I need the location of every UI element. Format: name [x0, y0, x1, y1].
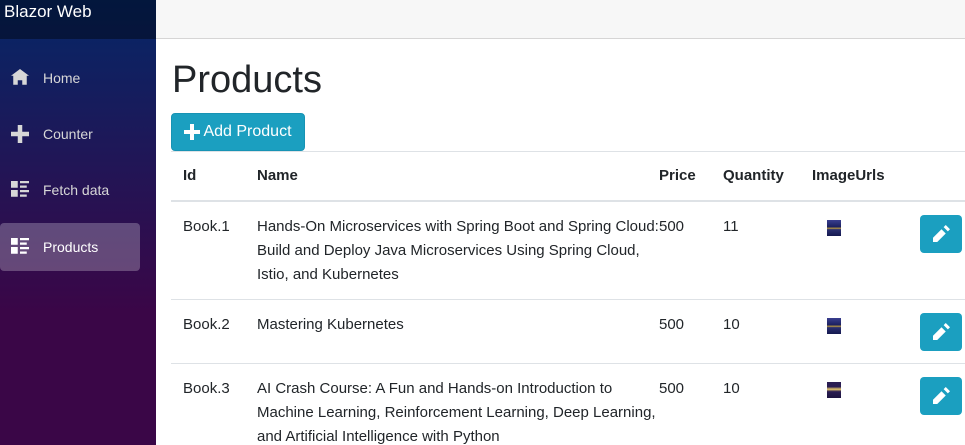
- add-product-label: Add Product: [203, 123, 292, 140]
- products-table-wrapper: Id Name Price Quantity ImageUrls Book.1 …: [171, 151, 965, 445]
- sidebar-item-label: Counter: [43, 126, 93, 142]
- sidebar-item-label: Home: [43, 70, 81, 86]
- list-rich-icon: [10, 237, 30, 257]
- column-header-price: Price: [659, 167, 696, 184]
- cell-image: [812, 363, 920, 445]
- table-row: Book.1 Hands-On Microservices with Sprin…: [171, 201, 965, 300]
- column-header-imageurls: ImageUrls: [812, 167, 885, 184]
- edit-button[interactable]: [920, 214, 962, 253]
- column-header-name: Name: [257, 167, 298, 184]
- main-content: Products Add Product Id Name Price Quant…: [156, 39, 965, 445]
- cell-name: Mastering Kubernetes: [257, 315, 404, 333]
- home-icon: [10, 68, 30, 88]
- sidebar-item-fetch-data[interactable]: Fetch data: [0, 166, 140, 214]
- cell-quantity: 11: [723, 217, 739, 235]
- plus-icon: [184, 124, 201, 140]
- table-row: Book.3 AI Crash Course: A Fun and Hands-…: [171, 363, 965, 445]
- cell-actions: [920, 299, 965, 363]
- cell-price: 500: [659, 379, 685, 397]
- edit-button[interactable]: [920, 376, 962, 415]
- sidebar-item-label: Products: [43, 239, 99, 255]
- table-row: Book.2 Mastering Kubernetes 500 10: [171, 299, 965, 363]
- cell-name: AI Crash Course: A Fun and Hands-on Intr…: [257, 379, 656, 445]
- pencil-icon: [932, 323, 950, 340]
- cell-quantity: 10: [723, 379, 740, 397]
- plus-icon: [10, 124, 30, 144]
- book-cover-thumbnail: [827, 381, 841, 398]
- cell-actions: [920, 201, 965, 300]
- cell-price: 500: [659, 315, 685, 333]
- edit-button[interactable]: [920, 312, 962, 351]
- sidebar-item-counter[interactable]: Counter: [0, 110, 140, 158]
- top-bar: [156, 0, 965, 39]
- cell-id: Book.3: [183, 379, 230, 397]
- brand-bar: Blazor Web: [0, 0, 156, 39]
- pencil-icon: [932, 225, 950, 242]
- cell-quantity: 10: [723, 315, 740, 333]
- cell-name: Hands-On Microservices with Spring Boot …: [257, 217, 659, 283]
- cell-image: [812, 201, 920, 300]
- column-header-id: Id: [183, 167, 197, 184]
- column-header-actions: [920, 152, 965, 201]
- sidebar: Blazor Web Home Counter Fetch data Produ…: [0, 0, 156, 445]
- products-table: Id Name Price Quantity ImageUrls Book.1 …: [171, 151, 965, 445]
- list-rich-icon: [10, 180, 30, 200]
- page-title: Products: [172, 59, 322, 101]
- sidebar-item-home[interactable]: Home: [0, 54, 140, 102]
- sidebar-item-label: Fetch data: [43, 182, 110, 198]
- app-root: Blazor Web Home Counter Fetch data Produ…: [0, 0, 965, 445]
- cell-actions: [920, 363, 965, 445]
- cell-id: Book.1: [183, 217, 230, 235]
- table-header-row: Id Name Price Quantity ImageUrls: [171, 151, 965, 201]
- sidebar-item-products[interactable]: Products: [0, 223, 140, 271]
- cell-price: 500: [659, 217, 685, 235]
- add-product-button[interactable]: Add Product: [171, 113, 305, 151]
- pencil-icon: [932, 387, 950, 404]
- cell-id: Book.2: [183, 315, 230, 333]
- column-header-quantity: Quantity: [723, 167, 784, 184]
- book-cover-thumbnail: [827, 219, 841, 236]
- book-cover-thumbnail: [827, 317, 841, 334]
- cell-image: [812, 299, 920, 363]
- brand-title[interactable]: Blazor Web: [0, 0, 92, 22]
